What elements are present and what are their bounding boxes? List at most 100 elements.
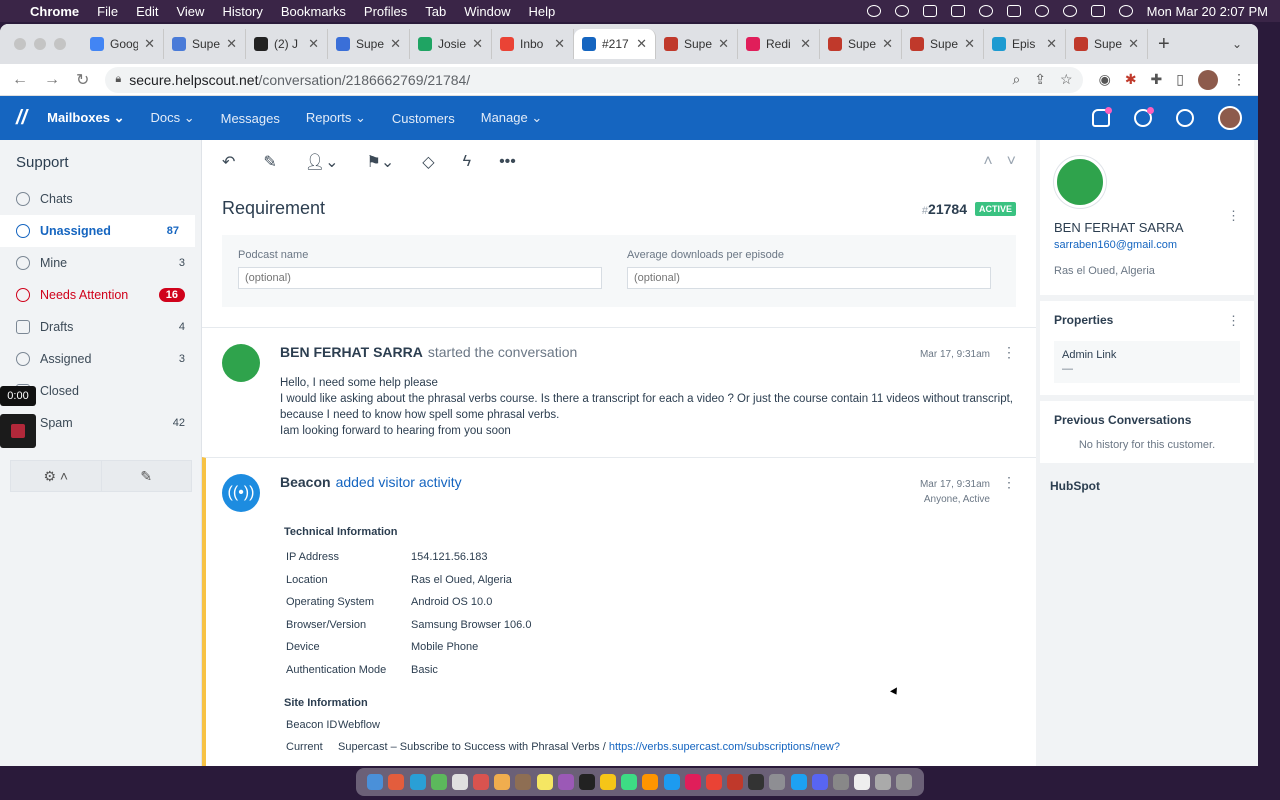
puzzle-icon[interactable]: ✚ — [1151, 71, 1163, 88]
dock-app-icon[interactable] — [663, 774, 680, 790]
menu-help[interactable]: Help — [529, 4, 556, 19]
tag-icon[interactable]: ◇ — [422, 152, 434, 172]
customer-avatar[interactable] — [222, 344, 260, 382]
dock-app-icon[interactable] — [621, 774, 638, 790]
menubar-app-name[interactable]: Chrome — [30, 4, 79, 19]
browser-tab[interactable]: Supe ✕ — [1066, 29, 1148, 59]
new-tab-icon[interactable]: + — [1158, 33, 1170, 56]
thread-menu-icon[interactable]: ⋮ — [1002, 474, 1016, 491]
dock-app-icon[interactable] — [367, 774, 384, 790]
gear-icon[interactable] — [894, 5, 909, 17]
close-tab-icon[interactable]: ✕ — [882, 36, 893, 52]
browser-tab-active[interactable]: #217 ✕ — [574, 29, 656, 59]
browser-tab[interactable]: Supe ✕ — [164, 29, 246, 59]
close-tab-icon[interactable]: ✕ — [308, 36, 319, 52]
properties-menu-icon[interactable]: ⋮ — [1227, 313, 1240, 329]
chevron-up-icon[interactable]: ˄ — [983, 153, 992, 171]
sidebar-item-mine[interactable]: Mine 3 — [0, 247, 201, 279]
mailbox-settings-gear-icon[interactable]: ⚙ ˄ — [11, 461, 102, 491]
close-tab-icon[interactable]: ✕ — [226, 36, 237, 52]
dock-app-icon[interactable] — [875, 774, 892, 790]
siri-icon[interactable] — [1118, 5, 1133, 17]
dock-app-icon[interactable] — [705, 774, 722, 790]
share-icon[interactable]: ⇪ — [1034, 71, 1046, 88]
dock-app-icon[interactable] — [451, 774, 468, 790]
sidebar-item-needs-attention[interactable]: Needs Attention 16 — [0, 279, 201, 311]
browser-tab[interactable]: Supe ✕ — [328, 29, 410, 59]
close-tab-icon[interactable]: ✕ — [964, 36, 975, 52]
dock-app-icon[interactable] — [430, 774, 447, 790]
back-arrow-icon[interactable]: ← — [12, 71, 28, 89]
nav-manage[interactable]: Manage ⌄ — [481, 110, 542, 126]
menu-bookmarks[interactable]: Bookmarks — [281, 4, 346, 19]
nav-docs[interactable]: Docs ⌄ — [150, 110, 194, 126]
wifi-icon[interactable] — [1034, 5, 1049, 17]
minimize-window-button[interactable] — [34, 38, 46, 50]
sidebar-item-chats[interactable]: Chats — [0, 183, 201, 215]
dock-app-icon[interactable] — [684, 774, 701, 790]
nav-reports[interactable]: Reports ⌄ — [306, 110, 366, 126]
close-tab-icon[interactable]: ✕ — [636, 36, 647, 52]
stop-recording-button[interactable] — [0, 414, 36, 448]
dock-app-icon[interactable] — [557, 774, 574, 790]
control-center-icon[interactable] — [1090, 5, 1105, 17]
dock-app-icon[interactable] — [896, 774, 913, 790]
reload-icon[interactable]: ↻ — [76, 70, 89, 90]
sidepanel-icon[interactable]: ▯ — [1176, 71, 1184, 88]
dock-app-icon[interactable] — [473, 774, 490, 790]
status-icon[interactable] — [866, 5, 881, 17]
customer-email[interactable]: sarraben160@gmail.com — [1054, 239, 1240, 251]
forward-arrow-icon[interactable]: → — [44, 71, 60, 89]
more-actions-icon[interactable]: ••• — [499, 153, 516, 171]
dock-app-icon[interactable] — [642, 774, 659, 790]
vpn-icon[interactable] — [922, 5, 937, 17]
help-icon[interactable] — [1134, 107, 1154, 127]
menu-edit[interactable]: Edit — [136, 4, 158, 19]
browser-tab[interactable]: Epis ✕ — [984, 29, 1066, 59]
zoom-icon[interactable]: ⌕ — [1012, 71, 1020, 88]
current-page-link[interactable]: https://verbs.supercast.com/subscription… — [609, 741, 840, 753]
dock-app-icon[interactable] — [748, 774, 765, 790]
avg-downloads-input[interactable] — [627, 267, 991, 289]
menu-view[interactable]: View — [176, 4, 204, 19]
close-tab-icon[interactable]: ✕ — [718, 36, 729, 52]
flag-status-icon[interactable]: ⚑⌄ — [367, 152, 395, 172]
conversation-subject[interactable]: Requirement — [222, 198, 325, 219]
assign-user-icon[interactable]: 👤︎⌄ — [305, 152, 339, 172]
browser-tab[interactable]: Inbo ✕ — [492, 29, 574, 59]
browser-tab[interactable]: Supe ✕ — [820, 29, 902, 59]
dock-app-icon[interactable] — [515, 774, 532, 790]
menubar-clock[interactable]: Mon Mar 20 2:07 PM — [1147, 4, 1268, 19]
undo-icon[interactable]: ↶ — [222, 152, 235, 172]
close-tab-icon[interactable]: ✕ — [472, 36, 483, 52]
browser-tab[interactable]: Josie ✕ — [410, 29, 492, 59]
menu-file[interactable]: File — [97, 4, 118, 19]
battery-icon[interactable] — [1006, 5, 1021, 17]
new-conversation-icon[interactable]: ✎ — [102, 461, 192, 491]
extension-badge-icon[interactable]: ✱ — [1125, 71, 1137, 88]
dock-app-icon[interactable] — [600, 774, 617, 790]
browser-tab[interactable]: Redi ✕ — [738, 29, 820, 59]
mailbox-title[interactable]: Support — [0, 148, 201, 183]
bell-icon[interactable] — [1092, 107, 1112, 127]
menu-window[interactable]: Window — [464, 4, 510, 19]
dock-app-icon[interactable] — [790, 774, 807, 790]
browser-menu-icon[interactable]: ⋮ — [1232, 71, 1246, 88]
chevron-down-icon[interactable]: ˅ — [1007, 153, 1016, 171]
sidebar-item-unassigned[interactable]: Unassigned 87 — [0, 215, 195, 247]
thread-action-link[interactable]: added visitor activity — [336, 474, 462, 490]
customer-name[interactable]: BEN FERHAT SARRA — [1054, 220, 1240, 235]
profile-avatar[interactable] — [1198, 69, 1218, 90]
property-admin-link[interactable]: Admin Link — — [1054, 341, 1240, 383]
helpscout-logo-icon[interactable]: // — [16, 107, 27, 130]
dock-app-icon[interactable] — [388, 774, 405, 790]
list-icon[interactable] — [950, 5, 965, 17]
sidebar-item-assigned[interactable]: Assigned 3 — [0, 343, 201, 375]
menu-profiles[interactable]: Profiles — [364, 4, 407, 19]
dock-app-icon[interactable] — [536, 774, 553, 790]
extension-icon[interactable]: ◉ — [1099, 71, 1111, 88]
thread-author[interactable]: BEN FERHAT SARRA — [280, 344, 423, 360]
browser-tab[interactable]: Supe ✕ — [902, 29, 984, 59]
close-tab-icon[interactable]: ✕ — [390, 36, 401, 52]
sidebar-item-drafts[interactable]: Drafts 4 — [0, 311, 201, 343]
